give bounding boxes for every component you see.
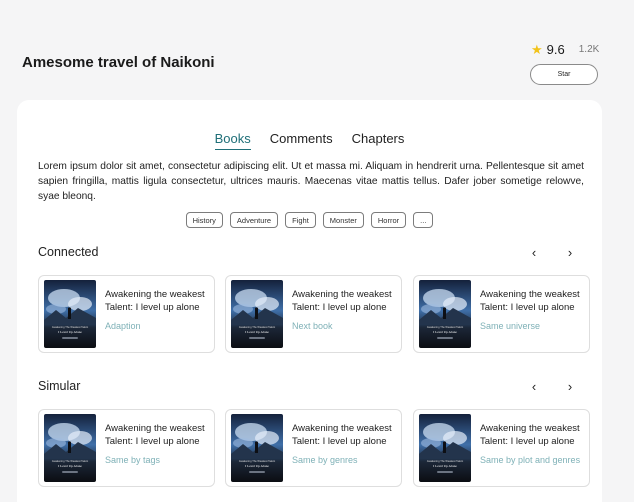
tag-fight[interactable]: Fight [285,212,316,228]
book-title: Awakening the weakest Talent: I level up… [292,423,392,447]
svg-text:I Level Up Alone: I Level Up Alone [58,330,82,334]
book-title: Awakening the weakest Talent: I level up… [105,423,205,447]
tab-bar: Books Comments Chapters [17,131,602,150]
book-relation-tag: Next book [292,321,333,331]
content-card: Books Comments Chapters Lorem ipsum dolo… [17,100,602,502]
tag-list: History Adventure Fight Monster Horror .… [17,212,602,228]
chevron-right-icon[interactable]: › [563,246,577,259]
tag-horror[interactable]: Horror [370,212,407,228]
rating-value: 9.6 [546,42,565,57]
chevron-right-icon[interactable]: › [563,380,577,393]
svg-text:I Level Up Alone: I Level Up Alone [433,330,457,334]
svg-text:Awakening The Weakest Talent: Awakening The Weakest Talent [52,459,88,463]
book-relation-tag: Same by plot and genres [480,455,581,465]
svg-text:Awakening The Weakest Talent: Awakening The Weakest Talent [239,459,275,463]
chevron-left-icon[interactable]: ‹ [527,380,541,393]
book-cover: Awakening The Weakest Talent I Level Up A… [419,280,471,348]
chevron-left-icon[interactable]: ‹ [527,246,541,259]
tag-monster[interactable]: Monster [322,212,364,228]
svg-text:Awakening The Weakest Talent: Awakening The Weakest Talent [427,325,463,329]
tab-books[interactable]: Books [214,131,251,150]
svg-text:I Level Up Alone: I Level Up Alone [58,464,82,468]
tab-comments[interactable]: Comments [270,131,333,150]
book-relation-tag: Same by genres [292,455,358,465]
book-title: Awakening the weakest Talent: I level up… [105,289,205,313]
book-card[interactable]: Awakening The Weakest Talent I Level Up A… [413,409,590,487]
section-title-connected: Connected [38,245,99,259]
book-title: Awakening the weakest Talent: I level up… [480,289,580,313]
book-card[interactable]: Awakening The Weakest Talent I Level Up A… [225,409,402,487]
svg-text:I Level Up Alone: I Level Up Alone [245,330,269,334]
section-title-simular: Simular [38,379,81,393]
book-cover: Awakening The Weakest Talent I Level Up A… [44,414,96,482]
book-relation-tag: Same universe [480,321,541,331]
book-card[interactable]: Awakening The Weakest Talent I Level Up A… [38,409,215,487]
book-cover: Awakening The Weakest Talent I Level Up A… [44,280,96,348]
page-title: Amesome travel of Naikoni [22,54,215,71]
book-cover: Awakening The Weakest Talent I Level Up A… [231,280,283,348]
svg-text:Awakening The Weakest Talent: Awakening The Weakest Talent [427,459,463,463]
description: Lorem ipsum dolor sit amet, consectetur … [38,161,584,202]
book-card[interactable]: Awakening The Weakest Talent I Level Up A… [413,275,590,353]
book-cover: Awakening The Weakest Talent I Level Up A… [231,414,283,482]
book-card[interactable]: Awakening The Weakest Talent I Level Up A… [225,275,402,353]
tag-history[interactable]: History [185,212,223,228]
star-button[interactable]: Star [530,64,598,85]
book-relation-tag: Adaption [105,321,141,331]
svg-text:I Level Up Alone: I Level Up Alone [245,464,269,468]
svg-text:Awakening The Weakest Talent: Awakening The Weakest Talent [52,325,88,329]
book-cover: Awakening The Weakest Talent I Level Up A… [419,414,471,482]
svg-text:Awakening The Weakest Talent: Awakening The Weakest Talent [239,325,275,329]
book-relation-tag: Same by tags [105,455,161,465]
tag-more[interactable]: ... [413,212,434,228]
rating-count: 1.2K [578,44,600,55]
book-title: Awakening the weakest Talent: I level up… [480,423,580,447]
star-icon: ★ [531,42,543,57]
rating-row: ★ 9.6 1.2K [531,42,599,57]
book-title: Awakening the weakest Talent: I level up… [292,289,392,313]
svg-text:I Level Up Alone: I Level Up Alone [433,464,457,468]
book-card[interactable]: Awakening The Weakest Talent I Level Up A… [38,275,215,353]
tab-chapters[interactable]: Chapters [352,131,405,150]
tag-adventure[interactable]: Adventure [229,212,279,228]
